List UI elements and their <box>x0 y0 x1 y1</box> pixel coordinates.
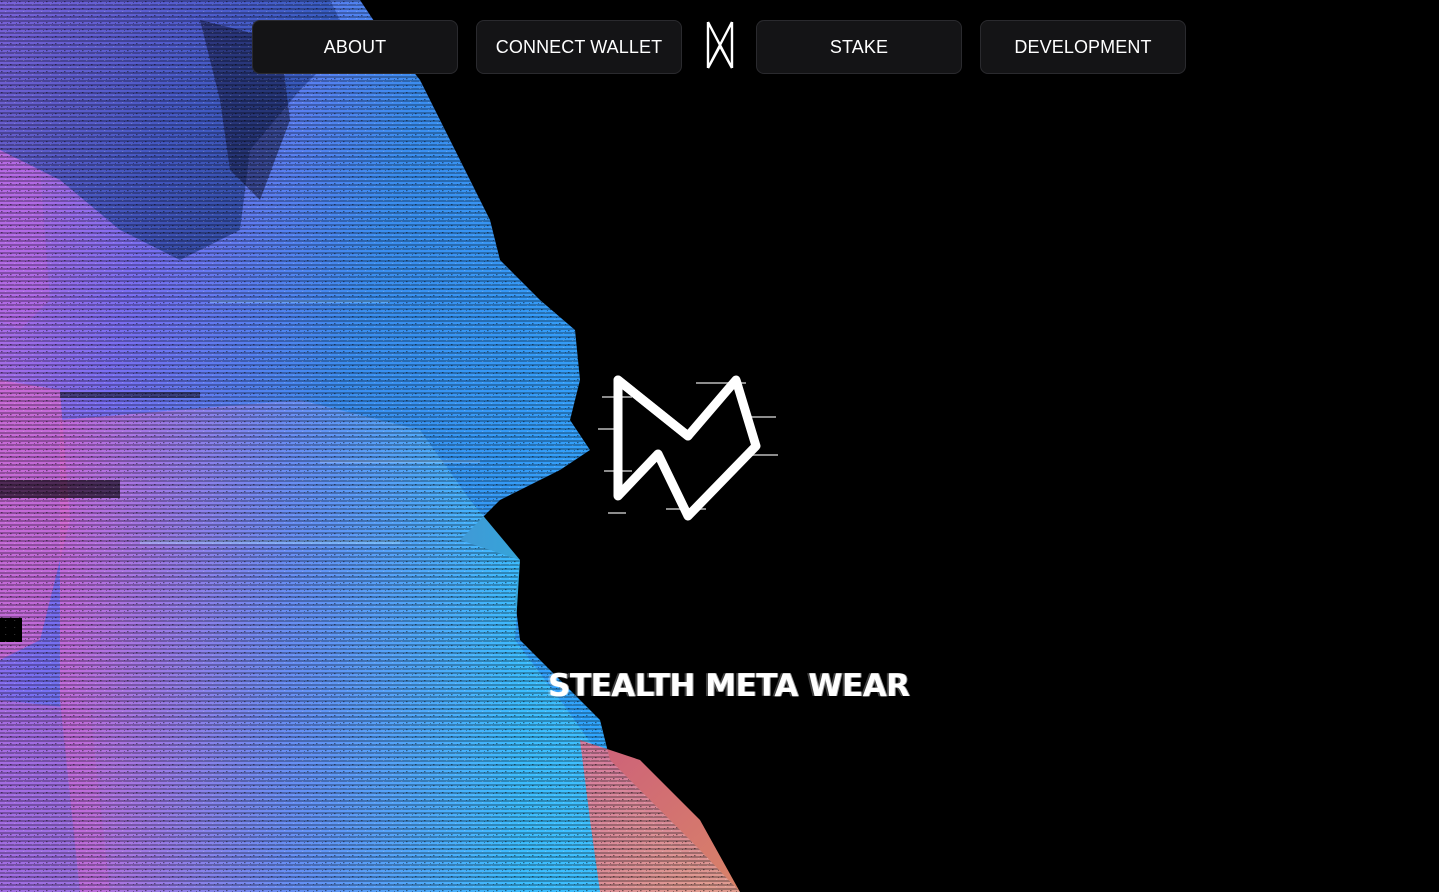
connect-wallet-button[interactable]: CONNECT WALLET <box>476 20 682 74</box>
page: ABOUT CONNECT WALLET STAKE DEVELOPMENT S… <box>0 0 1439 892</box>
about-button[interactable]: ABOUT <box>252 20 458 74</box>
top-nav: ABOUT CONNECT WALLET STAKE DEVELOPMENT <box>0 20 1439 76</box>
stake-button[interactable]: STAKE <box>756 20 962 74</box>
smw-monogram-icon[interactable] <box>700 20 740 72</box>
brand-title: STEALTH META WEAR <box>548 668 910 704</box>
development-button[interactable]: DEVELOPMENT <box>980 20 1186 74</box>
smw-glitch-logo-icon <box>598 375 778 521</box>
